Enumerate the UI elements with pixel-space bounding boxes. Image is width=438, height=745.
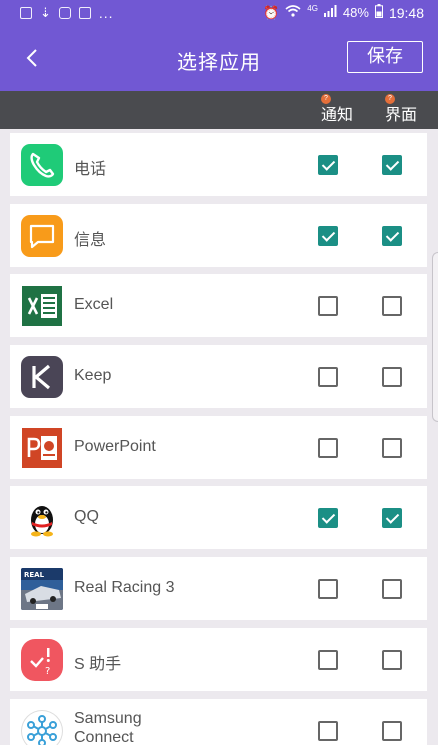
notify-checkbox[interactable]	[318, 225, 338, 246]
app-name: 信息	[74, 231, 107, 249]
notify-checkbox[interactable]	[318, 720, 338, 741]
excel-icon	[21, 285, 63, 328]
signal-icon	[323, 5, 337, 20]
battery-icon	[374, 4, 383, 21]
app-name: S 助手	[74, 655, 122, 673]
notify-checkbox[interactable]	[318, 579, 338, 600]
list-item: 电话	[10, 133, 427, 196]
phone-icon	[21, 144, 63, 186]
ui-checkbox[interactable]	[382, 155, 402, 175]
download-icon: ⇣	[40, 5, 51, 20]
system-icons: ⏰ 4G 48% 19:48	[263, 4, 424, 21]
clock: 19:48	[388, 4, 424, 21]
list-item: QQ	[10, 486, 427, 550]
notify-checkbox[interactable]	[318, 367, 338, 388]
notify-column: ? 通知	[321, 94, 354, 125]
ui-checkbox[interactable]	[382, 579, 402, 600]
notification-icons: ⇣ ...	[20, 5, 114, 21]
app-list: 电话 信息 Excel Keep PowerPoint QQ REAL Real…	[10, 133, 427, 745]
ui-column: ? 界面	[385, 94, 418, 125]
lock-icon	[58, 7, 71, 19]
save-button[interactable]: 保存	[347, 41, 423, 73]
list-item: Keep	[10, 345, 427, 409]
column-header: ? 通知 ? 界面	[0, 91, 438, 129]
samsung-connect-icon	[21, 709, 63, 745]
notify-checkbox[interactable]	[318, 649, 338, 670]
ui-checkbox[interactable]	[382, 225, 402, 246]
ui-checkbox[interactable]	[382, 296, 402, 317]
more-notifications-icon: ...	[98, 5, 114, 21]
qq-penguin-icon	[21, 497, 63, 540]
network-type-label: 4G	[307, 4, 318, 13]
app-bar: 选择应用 保存	[0, 26, 438, 91]
powerpoint-icon	[21, 426, 63, 469]
bag-icon	[78, 7, 91, 19]
notify-column-label: 通知	[321, 107, 354, 124]
app-name: QQ	[74, 508, 99, 526]
alarm-icon: ⏰	[263, 4, 280, 20]
app-name: 电话	[74, 161, 107, 178]
notify-checkbox[interactable]	[318, 508, 338, 529]
keep-icon	[21, 356, 63, 399]
list-item: Samsung Connect	[10, 698, 427, 745]
ui-column-label: 界面	[385, 107, 418, 124]
battery-percent: 48%	[342, 5, 369, 20]
app-name: Keep	[74, 367, 112, 385]
list-item: REAL Real Racing 3	[10, 557, 427, 621]
app-name: PowerPoint	[74, 437, 156, 455]
ui-checkbox[interactable]	[382, 649, 402, 670]
list-item: 信息	[10, 203, 427, 267]
notify-checkbox[interactable]	[318, 437, 338, 458]
notify-checkbox[interactable]	[318, 296, 338, 317]
list-item: ? S 助手	[10, 627, 427, 691]
message-icon	[21, 214, 63, 257]
app-name: Excel	[74, 296, 114, 314]
s-assistant-icon: ?	[21, 638, 63, 681]
ui-checkbox[interactable]	[382, 437, 402, 458]
status-bar: ⇣ ... ⏰ 4G 48% 19:48	[0, 0, 438, 26]
notify-checkbox[interactable]	[318, 155, 338, 175]
gallery-icon	[20, 7, 32, 19]
list-item: PowerPoint	[10, 415, 427, 479]
edge-panel-handle[interactable]	[432, 252, 438, 422]
list-item: Excel	[10, 274, 427, 338]
notify-help-badge-icon[interactable]: ?	[321, 94, 331, 104]
app-name: Samsung Connect	[74, 709, 142, 745]
ui-checkbox[interactable]	[382, 720, 402, 741]
svg-text:?: ?	[45, 666, 50, 677]
real-racing-icon: REAL	[21, 568, 63, 611]
app-name: Real Racing 3	[74, 579, 175, 597]
ui-help-badge-icon[interactable]: ?	[385, 94, 395, 104]
ui-checkbox[interactable]	[382, 508, 402, 529]
ui-checkbox[interactable]	[382, 367, 402, 388]
wifi-icon	[285, 5, 301, 20]
svg-text:REAL: REAL	[24, 571, 45, 579]
